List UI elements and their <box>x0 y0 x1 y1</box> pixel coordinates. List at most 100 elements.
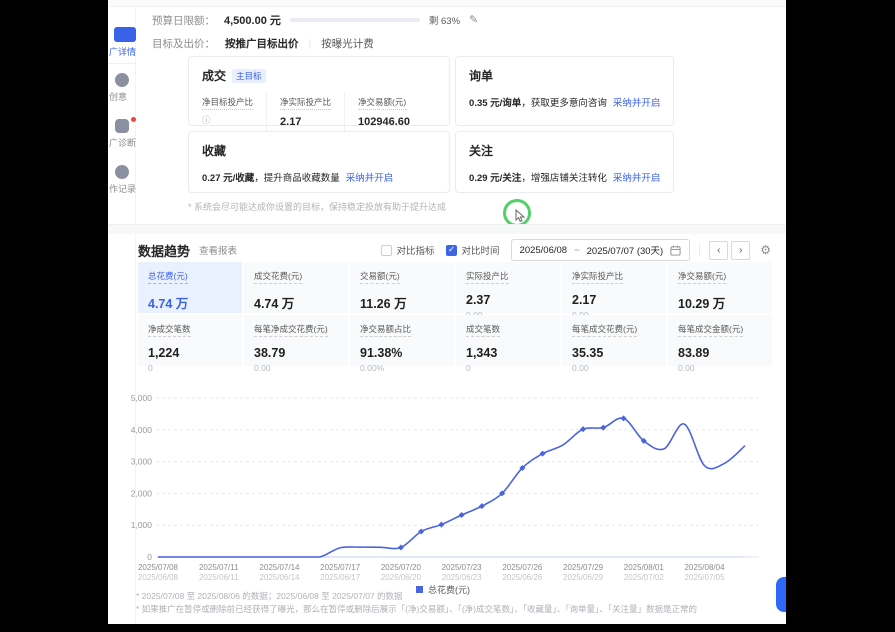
metric-card-3[interactable]: 实际投产比 2.37 0.00 <box>456 262 560 313</box>
metric-card-10[interactable]: 每笔成交花费(元) 35.35 0.00 <box>562 315 666 366</box>
calendar-icon <box>670 245 681 256</box>
clock-icon[interactable] <box>115 165 129 179</box>
tab-bid-by-impression[interactable]: 按曝光计费 <box>321 36 374 51</box>
trend-chart: 01,0002,0003,0004,0005,0002025/07/082025… <box>108 388 772 596</box>
svg-text:2025/07/02: 2025/07/02 <box>624 573 665 582</box>
sidebar-item-creative[interactable]: 创意 <box>109 90 139 103</box>
svg-text:2025/07/11: 2025/07/11 <box>199 563 239 572</box>
goal-card-title: 询单 <box>469 67 493 84</box>
metric-card-0[interactable]: 总花费(元) 4.74 万 0.00 <box>138 262 242 313</box>
click-indicator-ring <box>503 199 531 227</box>
adopt-enable-link[interactable]: 采纳并开启 <box>613 98 661 109</box>
svg-text:0: 0 <box>147 552 152 562</box>
trends-header: 数据趋势 查看报表 对比指标 对比时间 2025/06/08 ~ 2025/07… <box>138 239 771 261</box>
goal-card-title: 成交 <box>202 67 226 84</box>
top-divider <box>108 0 786 7</box>
info-icon[interactable]: ⓘ <box>202 114 211 127</box>
adopt-enable-link[interactable]: 采纳并开启 <box>613 173 661 184</box>
legend-swatch <box>416 586 423 593</box>
metric-card-2[interactable]: 交易额(元) 11.26 万 0.00 <box>350 262 454 313</box>
legend-label: 总花费(元) <box>428 583 470 596</box>
svg-text:5,000: 5,000 <box>131 393 153 403</box>
date-end: 2025/07/07 (30天) <box>587 243 664 257</box>
goal-cards: 成交 主目标 净目标投产比 ⓘ 2.45 ✎ 净实际投产比 2.17 净交易额(… <box>188 56 613 193</box>
cursor-icon <box>515 209 526 223</box>
app-window: 广详情 创意 广诊断 作记录 预算日限额： 4,500.00 元 剩 63% ✎… <box>108 0 786 624</box>
sidebar-item-log[interactable]: 作记录 <box>109 182 139 195</box>
goal-bid-label: 目标及出价： <box>152 36 215 51</box>
svg-text:2025/06/17: 2025/06/17 <box>320 573 361 582</box>
svg-text:2025/06/11: 2025/06/11 <box>199 573 239 582</box>
adopt-enable-link[interactable]: 采纳并开启 <box>346 173 394 184</box>
sidebar-item-diagnose[interactable]: 广诊断 <box>109 136 139 149</box>
goal-card-deal[interactable]: 成交 主目标 净目标投产比 ⓘ 2.45 ✎ 净实际投产比 2.17 净交易额(… <box>188 56 450 126</box>
tab-bid-by-goal[interactable]: 按推广目标出价 <box>225 36 299 51</box>
primary-goal-badge: 主目标 <box>232 69 266 83</box>
budget-remaining: 剩 63% <box>429 13 460 27</box>
chart-footnote-1: * 2025/07/08 至 2025/08/06 的数据；2025/06/08… <box>136 590 403 602</box>
goal-card-favorite[interactable]: 收藏 0.27 元/收藏，提升商品收藏数量采纳并开启 <box>188 131 450 193</box>
compare-metric-checkbox[interactable] <box>381 245 392 256</box>
svg-text:3,000: 3,000 <box>131 457 153 467</box>
metric-card-grid: 总花费(元) 4.74 万 0.00 成交花费(元) 4.74 万 0.00 交… <box>138 262 772 366</box>
view-report-link[interactable]: 查看报表 <box>199 243 237 257</box>
metric-card-1[interactable]: 成交花费(元) 4.74 万 0.00 <box>244 262 348 313</box>
goal-card-follow[interactable]: 关注 0.29 元/关注，增强店铺关注转化采纳并开启 <box>455 131 674 193</box>
floating-side-button[interactable] <box>776 577 786 612</box>
svg-text:2025/07/08: 2025/07/08 <box>138 563 179 572</box>
lightbulb-icon[interactable] <box>115 73 129 87</box>
goal-card-title: 关注 <box>469 142 493 159</box>
budget-progress-bar <box>290 18 420 22</box>
camera-icon[interactable] <box>115 119 129 133</box>
svg-text:1,000: 1,000 <box>131 520 153 530</box>
svg-text:2025/07/05: 2025/07/05 <box>684 573 725 582</box>
compare-metric-label: 对比指标 <box>397 243 435 257</box>
metric-card-4[interactable]: 净实际投产比 2.17 0.00 <box>562 262 666 313</box>
sidebar-item-detail-icon[interactable] <box>114 27 136 42</box>
svg-text:2025/06/26: 2025/06/26 <box>502 573 543 582</box>
daily-budget-label: 预算日限额： <box>152 13 215 28</box>
date-separator: ~ <box>574 245 580 256</box>
section-divider <box>108 224 786 234</box>
metric-card-6[interactable]: 净成交笔数 1,224 0 <box>138 315 242 366</box>
metric-card-5[interactable]: 净交易额(元) 10.29 万 0.00 <box>668 262 772 313</box>
svg-text:2025/07/23: 2025/07/23 <box>442 563 483 572</box>
svg-text:2025/06/14: 2025/06/14 <box>259 573 300 582</box>
metric-card-11[interactable]: 每笔成交金额(元) 83.89 0.00 <box>668 315 772 366</box>
svg-text:2025/07/17: 2025/07/17 <box>320 563 361 572</box>
notification-dot <box>131 117 136 122</box>
date-start: 2025/06/08 <box>520 245 568 256</box>
goal-bid-row: 目标及出价： 按推广目标出价 | 按曝光计费 <box>152 36 374 51</box>
next-period-button[interactable]: › <box>731 241 750 260</box>
edit-icon[interactable]: ✎ <box>469 15 478 26</box>
svg-text:2025/06/29: 2025/06/29 <box>563 573 604 582</box>
metric-card-8[interactable]: 净交易额占比 91.38% 0.00% <box>350 315 454 366</box>
trends-title: 数据趋势 <box>138 241 190 260</box>
daily-budget-value: 4,500.00 元 <box>224 12 281 28</box>
goal-note: * 系统会尽可能达成你设置的目标，保持稳定投放有助于提升达成 <box>188 200 446 213</box>
svg-text:2025/06/23: 2025/06/23 <box>442 573 483 582</box>
svg-text:2,000: 2,000 <box>131 488 153 498</box>
svg-text:2025/07/14: 2025/07/14 <box>259 563 300 572</box>
svg-text:2025/07/26: 2025/07/26 <box>502 563 543 572</box>
compare-time-checkbox[interactable] <box>446 245 457 256</box>
prev-period-button[interactable]: ‹ <box>709 241 728 260</box>
svg-text:2025/06/08: 2025/06/08 <box>138 573 179 582</box>
chart-footnote-2: * 如果推广在暂停或删除前已经获得了曝光，那么在暂停或删除后展示「(净)交易额」… <box>136 603 697 615</box>
sidebar-divider <box>108 63 135 64</box>
date-range-picker[interactable]: 2025/06/08 ~ 2025/07/07 (30天) <box>511 239 691 261</box>
tab-separator: | <box>309 38 312 50</box>
goal-card-inquiry[interactable]: 询单 0.35 元/询单，获取更多意向咨询采纳并开启 <box>455 56 674 126</box>
svg-text:2025/06/20: 2025/06/20 <box>381 573 422 582</box>
svg-text:2025/07/29: 2025/07/29 <box>563 563 604 572</box>
gear-icon[interactable]: ⚙ <box>760 243 771 257</box>
svg-text:4,000: 4,000 <box>131 425 153 435</box>
metric-card-9[interactable]: 成交笔数 1,343 0 <box>456 315 560 366</box>
metric-card-7[interactable]: 每笔净成交花费(元) 38.79 0.00 <box>244 315 348 366</box>
divider <box>699 244 700 257</box>
svg-text:2025/07/20: 2025/07/20 <box>381 563 422 572</box>
goal-card-title: 收藏 <box>202 142 226 159</box>
svg-text:2025/08/01: 2025/08/01 <box>624 563 665 572</box>
svg-text:2025/08/04: 2025/08/04 <box>684 563 725 572</box>
sidebar-item-detail[interactable]: 广详情 <box>109 45 139 58</box>
